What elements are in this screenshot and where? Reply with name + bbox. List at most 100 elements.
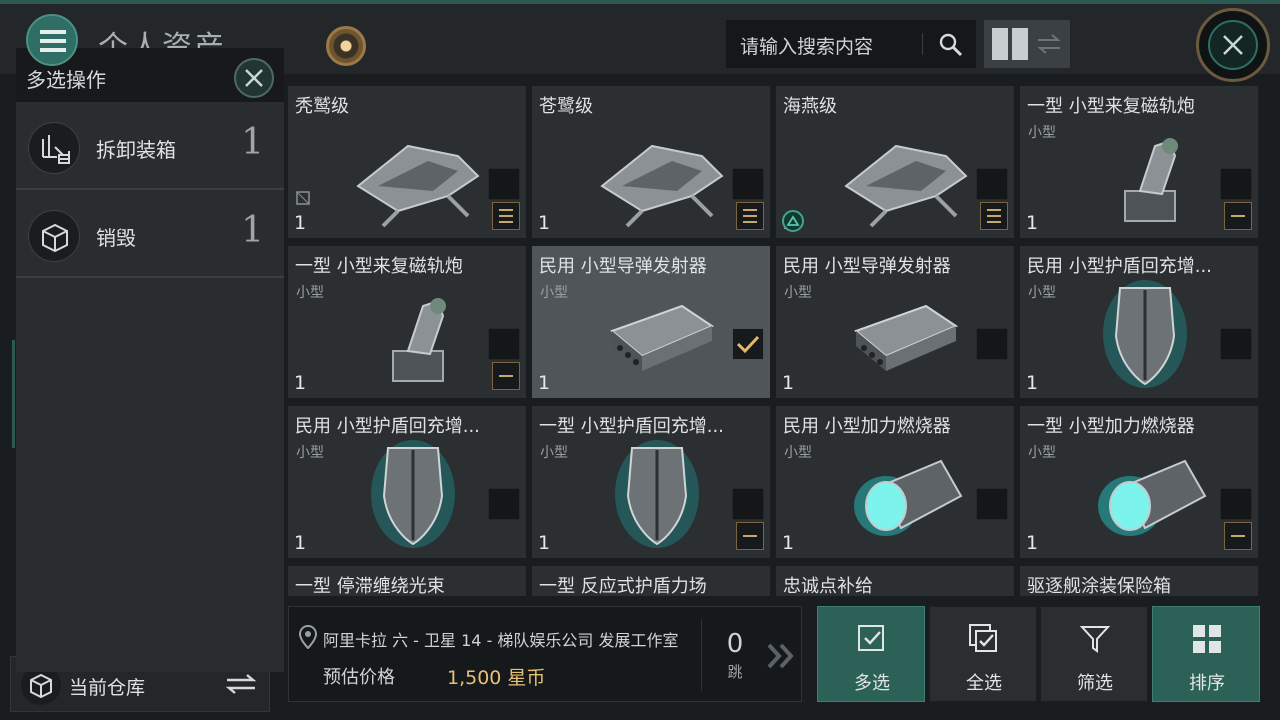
item-name: 一型 小型护盾回充增...	[539, 416, 724, 437]
item-size: 小型	[296, 285, 324, 301]
item-card[interactable]: 忠诚点补给	[776, 566, 1014, 596]
op-label: 销毁	[96, 226, 136, 250]
op-count: 1	[241, 210, 264, 251]
shield-icon	[1103, 280, 1187, 388]
item-card[interactable]: 驱逐舰涂装保险箱	[1020, 566, 1258, 596]
item-card[interactable]: 民用 小型加力燃烧器 小型 1	[776, 406, 1014, 558]
item-card[interactable]: 苍鹭级 1	[532, 86, 770, 238]
item-size: 小型	[540, 285, 568, 301]
item-quantity: 1	[1026, 372, 1039, 394]
item-size: 小型	[784, 285, 812, 301]
afterburner-icon	[1098, 459, 1207, 536]
close-icon	[1208, 20, 1258, 70]
item-card[interactable]: 一型 小型来复磁轨炮 小型 1	[1020, 86, 1258, 238]
action-label: 多选	[854, 673, 890, 694]
item-checkbox[interactable]	[732, 488, 764, 520]
item-card[interactable]: 一型 小型来复磁轨炮 小型 1	[288, 246, 526, 398]
item-checkbox[interactable]	[732, 328, 764, 360]
hamburger-icon	[40, 30, 66, 52]
afterburner-icon	[854, 459, 963, 536]
action-label: 排序	[1189, 673, 1225, 694]
item-menu-icon[interactable]	[736, 522, 764, 550]
action-label: 筛选	[1077, 673, 1113, 694]
grid-view-icon[interactable]	[992, 28, 1028, 60]
close-icon	[245, 69, 263, 87]
item-name: 一型 小型加力燃烧器	[1027, 416, 1195, 437]
item-name: 一型 停滞缠绕光束	[295, 576, 445, 596]
item-card[interactable]: 民用 小型导弹发射器小型 1	[532, 246, 770, 398]
item-card[interactable]: 民用 小型导弹发射器 小型 1	[776, 246, 1014, 398]
item-card[interactable]: 一型 小型护盾回充增... 小型 1	[532, 406, 770, 558]
item-checkbox[interactable]	[488, 328, 520, 360]
op-label: 拆卸装箱	[96, 138, 176, 162]
railgun-icon	[1124, 138, 1178, 222]
item-name: 一型 反应式护盾力场	[539, 576, 707, 596]
item-menu-icon[interactable]	[492, 362, 520, 390]
item-checkbox[interactable]	[488, 488, 520, 520]
item-size: 小型	[1028, 125, 1056, 141]
search-divider	[922, 33, 923, 55]
close-button[interactable]	[1196, 8, 1270, 82]
item-checkbox[interactable]	[1220, 488, 1252, 520]
divider	[701, 619, 702, 691]
item-card[interactable]: 民用 小型护盾回充增... 小型 1	[1020, 246, 1258, 398]
item-checkbox[interactable]	[1220, 168, 1252, 200]
shield-icon	[371, 440, 455, 548]
chevron-right-icon[interactable]	[767, 643, 795, 669]
missile-launcher-icon	[854, 304, 959, 371]
item-card[interactable]: 海燕级1	[776, 86, 1014, 238]
missile-launcher-icon	[610, 304, 715, 371]
compass-icon[interactable]	[326, 26, 366, 66]
warehouse-label: 当前仓库	[69, 677, 146, 699]
swap-icon[interactable]	[225, 673, 257, 695]
menu-button[interactable]	[26, 14, 78, 66]
select-all-icon	[969, 624, 997, 652]
item-checkbox[interactable]	[976, 328, 1008, 360]
item-menu-icon[interactable]	[736, 202, 764, 230]
scroll-accent	[12, 340, 15, 448]
panel-title: 多选操作	[26, 68, 106, 92]
item-card[interactable]: 一型 小型加力燃烧器 小型 1	[1020, 406, 1258, 558]
item-card[interactable]: 一型 反应式护盾力场	[532, 566, 770, 596]
item-quantity: 1	[782, 372, 795, 394]
op-repackage[interactable]: 拆卸装箱 1	[16, 104, 284, 190]
item-size: 小型	[540, 445, 568, 461]
item-name: 民用 小型导弹发射器	[539, 256, 707, 277]
check-icon	[736, 335, 760, 354]
item-card[interactable]: 民用 小型护盾回充增... 小型 1	[288, 406, 526, 558]
item-name: 驱逐舰涂装保险箱	[1027, 576, 1171, 596]
search-input[interactable]: 请输入搜索内容	[740, 32, 873, 59]
item-card[interactable]: 一型 停滞缠绕光束	[288, 566, 526, 596]
item-quantity: 1	[538, 372, 551, 394]
item-menu-icon[interactable]	[1224, 202, 1252, 230]
shield-icon	[615, 440, 699, 548]
item-checkbox[interactable]	[976, 168, 1008, 200]
sort-icon	[1193, 625, 1221, 653]
view-toggle[interactable]	[984, 20, 1070, 68]
filter-button[interactable]: 筛选	[1040, 606, 1148, 702]
item-menu-icon[interactable]	[492, 202, 520, 230]
item-name: 民用 小型护盾回充增...	[295, 416, 480, 437]
search-icon[interactable]	[938, 32, 964, 58]
item-quantity: 1	[1026, 532, 1039, 554]
price-value: 1,500 星币	[447, 667, 546, 689]
op-destroy[interactable]: 销毁 1	[16, 192, 284, 278]
multi-select-button[interactable]: 多选	[817, 606, 925, 702]
item-menu-icon[interactable]	[1224, 522, 1252, 550]
item-name: 苍鹭级	[539, 96, 593, 117]
item-checkbox[interactable]	[488, 168, 520, 200]
railgun-icon	[392, 298, 446, 382]
item-card[interactable]: 秃鹫级 1	[288, 86, 526, 238]
panel-close-button[interactable]	[234, 58, 274, 98]
item-checkbox[interactable]	[732, 168, 764, 200]
price-label: 预估价格	[323, 667, 395, 688]
item-checkbox[interactable]	[976, 488, 1008, 520]
item-quantity: 1	[1026, 212, 1039, 234]
item-quantity: 1	[294, 532, 307, 554]
swap-icon[interactable]	[1036, 32, 1062, 56]
select-all-button[interactable]: 全选	[929, 606, 1037, 702]
item-checkbox[interactable]	[1220, 328, 1252, 360]
sort-button[interactable]: 排序	[1152, 606, 1260, 702]
item-menu-icon[interactable]	[980, 202, 1008, 230]
search-box[interactable]: 请输入搜索内容	[726, 20, 976, 68]
